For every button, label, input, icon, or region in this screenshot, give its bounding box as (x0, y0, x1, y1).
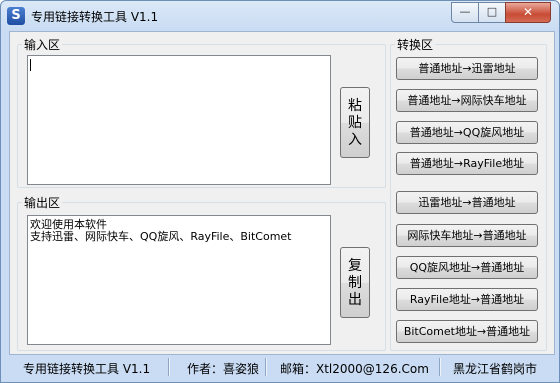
rayfile-to-normal-button[interactable]: RayFile地址→普通地址 (396, 288, 538, 311)
output-line: 支持迅雷、网际快车、QQ旋风、RayFile、BitComet (30, 230, 292, 243)
status-location: 黑龙江省鹤岗市 (453, 362, 538, 376)
paste-button-char: 粘 (348, 98, 362, 114)
status-email: 邮箱：Xtl2000@126.Com (280, 362, 429, 376)
app-window: S 专用链接转换工具 V1.1 — □ ✕ 输入区 输出区 转换区 粘 贴 入 … (0, 0, 560, 383)
normal-to-thunder-button[interactable]: 普通地址→迅雷地址 (396, 57, 538, 80)
status-divider (265, 358, 267, 376)
maximize-button[interactable]: □ (478, 2, 506, 23)
input-textarea[interactable] (27, 55, 331, 185)
paste-button[interactable]: 粘 贴 入 (340, 87, 370, 158)
status-app-name: 专用链接转换工具 V1.1 (23, 362, 151, 376)
convert-group-legend: 转换区 (397, 38, 434, 52)
output-textarea[interactable]: 欢迎使用本软件 支持迅雷、网际快车、QQ旋风、RayFile、BitComet (27, 215, 331, 345)
flashget-to-normal-button[interactable]: 网际快车地址→普通地址 (396, 224, 538, 247)
normal-to-flashget-button[interactable]: 普通地址→网际快车地址 (396, 89, 538, 112)
text-caret (30, 59, 31, 71)
copy-button-char: 制 (348, 275, 362, 291)
qqxf-to-normal-button[interactable]: QQ旋风地址→普通地址 (396, 256, 538, 279)
close-button[interactable]: ✕ (505, 2, 551, 23)
status-divider (168, 358, 170, 376)
window-title: 专用链接转换工具 V1.1 (31, 10, 159, 24)
title-bar[interactable]: S 专用链接转换工具 V1.1 — □ ✕ (1, 1, 559, 31)
output-group-legend: 输出区 (24, 196, 61, 210)
copy-button-char: 出 (348, 292, 362, 308)
client-area: 输入区 输出区 转换区 粘 贴 入 欢迎使用本软件 支持迅雷、网际快车、QQ旋风… (9, 31, 555, 355)
status-author: 作者：喜姿狼 (187, 362, 260, 376)
copy-button[interactable]: 复 制 出 (340, 247, 370, 318)
normal-to-qqxf-button[interactable]: 普通地址→QQ旋风地址 (396, 121, 538, 144)
input-group-legend: 输入区 (24, 38, 61, 52)
copy-button-char: 复 (348, 258, 362, 274)
app-logo-icon: S (7, 7, 25, 25)
thunder-to-normal-button[interactable]: 迅雷地址→普通地址 (396, 191, 538, 214)
status-divider (439, 358, 441, 376)
status-bar: 专用链接转换工具 V1.1 作者：喜姿狼 邮箱：Xtl2000@126.Com … (1, 355, 559, 382)
bitcomet-to-normal-button[interactable]: BitComet地址→普通地址 (396, 320, 538, 343)
paste-button-char: 贴 (348, 115, 362, 131)
paste-button-char: 入 (348, 132, 362, 148)
minimize-button[interactable]: — (451, 2, 479, 23)
normal-to-rayfile-button[interactable]: 普通地址→RayFile地址 (396, 152, 538, 175)
